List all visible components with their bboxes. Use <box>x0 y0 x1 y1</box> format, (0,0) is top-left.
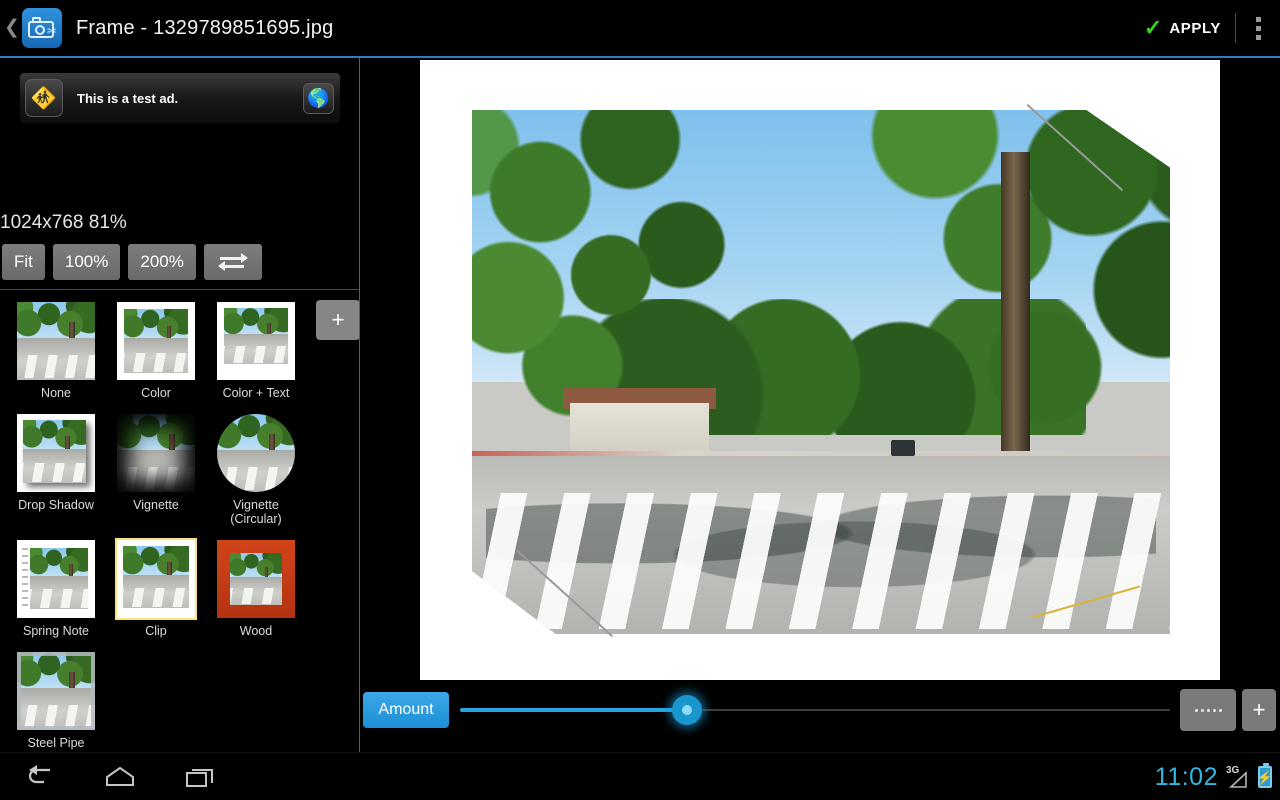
frame-thumbnail <box>217 414 295 492</box>
frame-item-spring-note[interactable]: Spring Note <box>6 540 106 638</box>
running-person-icon: 🚸 <box>25 79 63 117</box>
title-bar: ❮ ✂ Frame - 1329789851695.jpg ✓ APPLY <box>0 0 1280 56</box>
zoom-info-label: 1024x768 81% <box>0 212 127 233</box>
nav-back-icon[interactable] <box>0 753 80 800</box>
frame-item-vignette-circular[interactable]: Vignette (Circular) <box>206 414 306 526</box>
signal-triangle-icon: 3G <box>1225 765 1251 789</box>
status-clock: 11:02 <box>1154 762 1218 791</box>
nav-home-icon[interactable] <box>80 753 160 800</box>
ad-text: This is a test ad. <box>77 90 179 106</box>
zoom-200-button[interactable]: 200% <box>128 244 196 280</box>
frame-thumbnail <box>17 302 95 380</box>
more-options-icon[interactable] <box>1180 689 1236 731</box>
apply-button[interactable]: ✓ APPLY <box>1130 0 1235 56</box>
add-adjustment-button[interactable]: + <box>1242 689 1276 731</box>
status-area: 11:02 3G ⚡ <box>1154 753 1273 800</box>
apply-button-label: APPLY <box>1169 19 1221 37</box>
frame-options-panel: 🚸 This is a test ad. 🌎 1024x768 81% Fit … <box>0 58 359 752</box>
check-icon: ✓ <box>1143 15 1163 40</box>
image-preview-area[interactable] <box>360 58 1280 683</box>
frame-thumbnail <box>17 652 95 730</box>
app-root: ❮ ✂ Frame - 1329789851695.jpg ✓ APPLY 🚸 <box>0 0 1280 800</box>
frame-item-label: Drop Shadow <box>18 498 94 512</box>
nav-recent-apps-icon[interactable] <box>160 753 240 800</box>
frame-item-label: Color + Text <box>222 386 290 400</box>
frame-item-wood[interactable]: Wood <box>206 540 306 638</box>
frame-item-color-text[interactable]: Color + Text <box>206 302 306 400</box>
zoom-controls: Fit 100% 200% <box>2 244 262 280</box>
frame-item-label: Vignette (Circular) <box>230 498 282 526</box>
frame-item-color[interactable]: Color <box>106 302 206 400</box>
frame-item-clip[interactable]: Clip <box>106 540 206 638</box>
globe-icon[interactable]: 🌎 <box>303 82 334 114</box>
panel-divider-line <box>0 289 359 290</box>
frame-item-steel-pipe[interactable]: Steel Pipe <box>6 652 106 750</box>
frame-thumbnail-selected <box>117 540 195 618</box>
frame-thumbnail <box>17 414 95 492</box>
frame-item-label: Clip <box>145 624 167 638</box>
frame-thumbnail <box>117 414 195 492</box>
frame-thumbnail <box>217 302 295 380</box>
ad-banner[interactable]: 🚸 This is a test ad. 🌎 <box>20 73 340 123</box>
frame-canvas <box>420 60 1220 680</box>
amount-slider[interactable] <box>460 693 1170 727</box>
frame-item-drop-shadow[interactable]: Drop Shadow <box>6 414 106 526</box>
frame-item-label: Vignette <box>133 498 179 512</box>
back-caret-icon[interactable]: ❮ <box>4 0 20 56</box>
frame-item-label: Steel Pipe <box>27 736 85 750</box>
frame-thumbnail-grid: None Color Color + Text Drop Shadow Vign… <box>6 302 312 752</box>
adjustment-toolbar: Amount + <box>360 683 1280 752</box>
preview-photo <box>472 110 1170 634</box>
slider-thumb[interactable] <box>672 695 703 725</box>
add-frame-button[interactable]: + <box>316 300 359 340</box>
zoom-fit-button[interactable]: Fit <box>2 244 45 280</box>
title-bar-actions: ✓ APPLY <box>1130 0 1280 56</box>
frame-item-vignette[interactable]: Vignette <box>106 414 206 526</box>
zoom-100-button[interactable]: 100% <box>52 244 121 280</box>
frame-item-none[interactable]: None <box>6 302 106 400</box>
overflow-menu-icon[interactable] <box>1236 0 1280 56</box>
frame-thumbnail <box>117 302 195 380</box>
camera-scissors-icon[interactable]: ✂ <box>22 8 62 48</box>
system-nav-bar: 11:02 3G ⚡ <box>0 752 1280 800</box>
frame-thumbnail <box>17 540 95 618</box>
battery-charging-icon: ⚡ <box>1257 763 1273 788</box>
frame-item-label: Color <box>141 386 171 400</box>
frame-item-label: None <box>41 386 71 400</box>
page-title: Frame - 1329789851695.jpg <box>76 16 334 39</box>
slider-fill <box>460 708 688 712</box>
frame-thumbnail <box>217 540 295 618</box>
amount-button[interactable]: Amount <box>363 692 449 728</box>
frame-item-label: Spring Note <box>22 624 89 638</box>
swap-arrows-icon[interactable] <box>203 244 262 280</box>
frame-item-label: Wood <box>239 624 273 638</box>
